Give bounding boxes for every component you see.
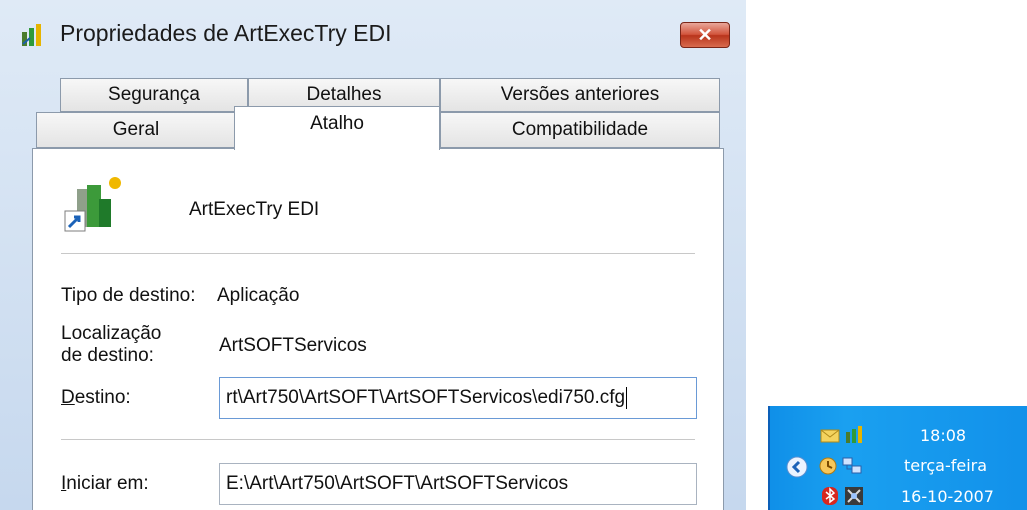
artexectry-icon[interactable] [844,424,864,444]
start-in-label-rest: niciar em: [66,473,149,494]
clock-app-icon[interactable] [818,456,838,476]
window-title: Propriedades de ArtExecTry EDI [60,20,392,46]
tab-geral[interactable]: Geral [36,112,236,148]
clock-day[interactable]: terça-feira [904,456,987,475]
target-field[interactable]: rt\Art750\ArtSOFT\ArtSOFTServicos\edi750… [219,377,697,419]
bluetooth-icon[interactable] [820,486,840,506]
start-in-field-value: E:\Art\Art750\ArtSOFT\ArtSOFTServicos [226,473,569,494]
title-bar[interactable]: Propriedades de ArtExecTry EDI ✕ [0,0,746,62]
shortcut-panel: ArtExecTry EDI Tipo de destino: Aplicaçã… [32,148,724,510]
artexectry-icon [22,24,41,46]
tab-seguranca[interactable]: Segurança [60,78,248,112]
target-label-rest: estino: [74,387,131,408]
start-in-label: Iniciar em: [61,473,149,495]
separator [61,253,695,254]
target-type-value: Aplicação [217,285,300,306]
network-icon[interactable] [842,456,862,476]
separator [61,439,695,440]
target-label-accesskey: D [61,387,75,408]
system-tray: 18:08 terça-feira 16-10-2007 [768,406,1027,510]
shortcut-app-icon [64,177,121,232]
clock-time[interactable]: 18:08 [920,426,966,445]
tab-versoes-anteriores[interactable]: Versões anteriores [440,78,720,112]
clock-date[interactable]: 16-10-2007 [901,487,994,506]
location-value: ArtSOFTServicos [219,335,367,356]
properties-dialog: Propriedades de ArtExecTry EDI ✕ Seguran… [0,0,746,510]
target-field-value: rt\Art750\ArtSOFT\ArtSOFTServicos\edi750… [226,387,626,408]
shortcut-name: ArtExecTry EDI [189,199,320,220]
tool-icon[interactable] [844,486,864,506]
start-in-field[interactable]: E:\Art\Art750\ArtSOFT\ArtSOFTServicos [219,463,697,505]
location-label-line1: Localização [61,323,162,344]
target-label: Destino: [61,387,131,409]
expand-arrow-icon[interactable] [786,456,808,478]
tab-compatibilidade[interactable]: Compatibilidade [440,112,720,148]
close-button[interactable]: ✕ [680,22,730,48]
close-icon: ✕ [697,24,713,45]
tab-atalho[interactable]: Atalho [234,106,440,150]
mail-icon[interactable] [820,426,840,446]
location-label-line2: de destino: [61,345,154,366]
text-caret [626,387,628,409]
tray-divider [768,406,770,510]
target-type-label: Tipo de destino: [61,285,196,306]
